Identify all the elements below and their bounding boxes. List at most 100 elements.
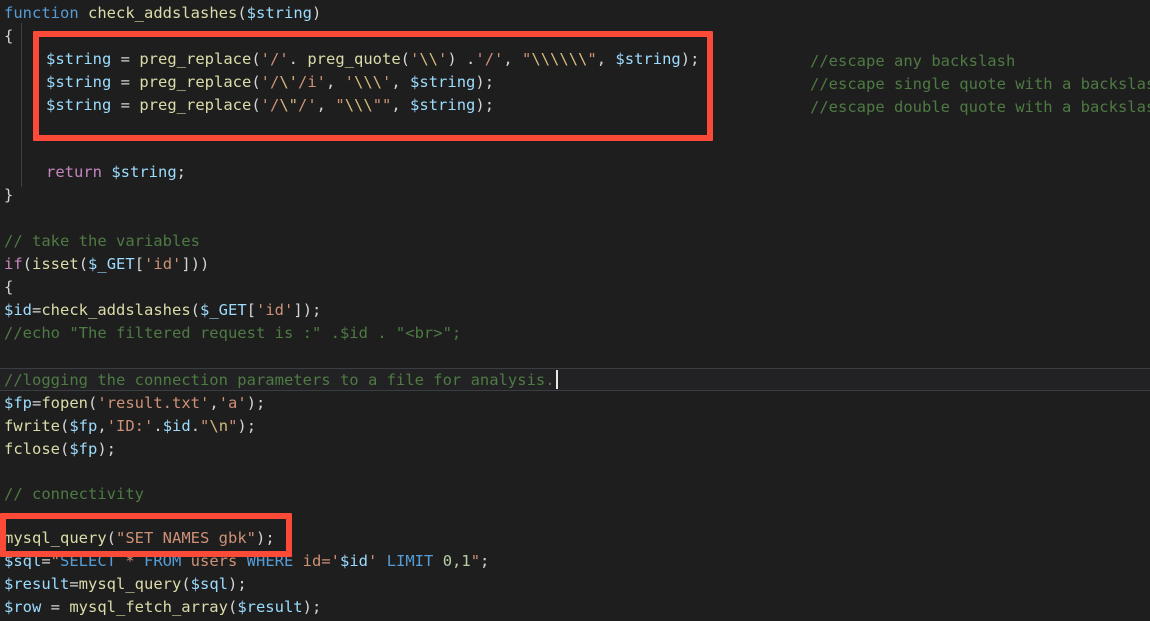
token-string: ' — [438, 50, 448, 68]
comment-connectivity: // connectivity — [4, 485, 144, 503]
code-line-25[interactable]: $row = mysql_fetch_array($result); — [0, 596, 1150, 619]
token-sql-select: SELECT — [60, 552, 117, 570]
token-fn-fopen: fopen — [41, 394, 89, 412]
token-comma: , — [596, 50, 616, 68]
token-fn-fclose: fclose — [4, 440, 60, 458]
token-fn-check-addslashes: check_addslashes — [41, 301, 191, 319]
token-string: ' — [344, 73, 355, 91]
token-fn-mysql-query: mysql_query — [78, 575, 182, 593]
token-assign: = — [111, 73, 140, 91]
token-var-id: $id — [162, 417, 191, 435]
token-concat: . — [288, 50, 308, 68]
token-function-name: check_addslashes — [88, 4, 238, 22]
token-string-mode: 'a' — [218, 394, 247, 412]
token-brace-close: } — [4, 186, 14, 204]
token-paren: ) — [447, 50, 457, 68]
comment-take-the-variables: // take the variables — [4, 232, 200, 250]
code-content[interactable]: function check_addslashes($string) { $st… — [0, 0, 1150, 621]
token-var-result: $result — [4, 575, 70, 593]
code-line-7[interactable]: return $string; — [0, 161, 1150, 184]
code-line-18[interactable]: fwrite($fp,'ID:'.$id."\n"); — [0, 415, 1150, 438]
code-line-2[interactable]: { — [0, 25, 1150, 48]
token-string: " — [522, 50, 532, 68]
code-line-22[interactable]: mysql_query("SET NAMES gbk"); — [0, 527, 1150, 550]
token-sql-star: * — [116, 552, 145, 570]
token-paren: ( — [22, 255, 33, 273]
token-fn-preg-replace: preg_replace — [139, 96, 252, 114]
token-var-id-interp: $id — [340, 552, 369, 570]
token-var-sql: $sql — [4, 552, 42, 570]
token-param-string: $string — [246, 4, 312, 22]
token-assign: = — [111, 96, 140, 114]
trailing-comment-escape-double-quote: //escape double quote with a backslash — [810, 98, 1150, 116]
code-editor-viewport[interactable]: function check_addslashes($string) { $st… — [0, 0, 1150, 621]
token-quote: " — [50, 552, 61, 570]
token-string: ' — [410, 50, 420, 68]
token-escape: \\\ — [344, 96, 373, 114]
token-var-string: $string — [46, 96, 112, 114]
token-string-id: 'id' — [256, 301, 294, 319]
token-paren: ( — [78, 255, 89, 273]
token-end: ); — [302, 598, 322, 616]
token-paren: ( — [251, 73, 261, 91]
token-end: ); — [97, 440, 117, 458]
token-paren: ( — [251, 96, 261, 114]
token-paren: ( — [60, 440, 70, 458]
code-line-21[interactable]: // connectivity — [0, 483, 1150, 506]
token-string: '/ — [260, 73, 280, 91]
token-paren: ( — [400, 50, 410, 68]
token-var-sql: $sql — [190, 575, 228, 593]
token-assign: = — [69, 575, 79, 593]
token-quote: " — [470, 552, 481, 570]
token-paren: ( — [60, 417, 70, 435]
token-escape: \\\ — [354, 73, 383, 91]
code-line-14[interactable]: //echo "The filtered request is :" .$id … — [0, 322, 1150, 345]
token-string-id-label: 'ID:' — [106, 417, 154, 435]
code-line-11[interactable]: if(isset($_GET['id'])) — [0, 253, 1150, 276]
token-superglobal-get: $_GET — [200, 301, 247, 319]
token-fn-mysql-query: mysql_query — [4, 529, 107, 547]
token-escape-newline: \n — [209, 417, 229, 435]
token-keyword-if: if — [4, 255, 23, 273]
token-quote: ' — [368, 552, 378, 570]
code-line-10[interactable]: // take the variables — [0, 230, 1150, 253]
code-line-24[interactable]: $result=mysql_query($sql); — [0, 573, 1150, 596]
token-concat: . — [190, 417, 201, 435]
token-superglobal-get: $_GET — [88, 255, 135, 273]
token-paren: ( — [190, 301, 200, 319]
token-sql-table-users: users — [181, 552, 247, 570]
code-line-12[interactable]: { — [0, 276, 1150, 299]
token-escape: \\ — [419, 50, 439, 68]
text-caret — [556, 370, 558, 389]
token-string: '/' — [475, 50, 504, 68]
token-paren-open: ( — [237, 4, 247, 22]
token-paren: ( — [88, 394, 98, 412]
code-line-17[interactable]: $fp=fopen('result.txt','a'); — [0, 392, 1150, 415]
token-var-string: $string — [410, 73, 476, 91]
token-fn-isset: isset — [32, 255, 79, 273]
token-bracket: [ — [134, 255, 145, 273]
code-line-23[interactable]: $sql="SELECT * FROM users WHERE id='$id'… — [0, 550, 1150, 573]
token-sql-limit: LIMIT — [377, 552, 443, 570]
token-string: " — [200, 417, 210, 435]
code-line-8[interactable]: } — [0, 184, 1150, 207]
token-bracket: ] — [293, 301, 303, 319]
token-semicolon: ; — [176, 163, 186, 181]
token-escape: \" — [279, 96, 298, 114]
token-var-string: $string — [615, 50, 681, 68]
token-string: " — [335, 96, 345, 114]
token-paren: ( — [227, 598, 238, 616]
code-line-13[interactable]: $id=check_addslashes($_GET['id']); — [0, 299, 1150, 322]
token-paren: ( — [181, 575, 191, 593]
token-var-row: $row — [4, 598, 42, 616]
token-end: ); — [237, 417, 257, 435]
comment-echo-filtered-request: //echo "The filtered request is :" .$id … — [4, 324, 462, 342]
token-fn-preg-quote: preg_quote — [307, 50, 401, 68]
token-escape: \\\\\\ — [531, 50, 588, 68]
code-line-16-current[interactable]: //logging the connection parameters to a… — [0, 368, 1150, 392]
token-string: '/' — [260, 50, 289, 68]
token-concat: . — [456, 50, 476, 68]
token-var-string: $string — [410, 96, 476, 114]
code-line-1[interactable]: function check_addslashes($string) — [0, 2, 1150, 25]
code-line-19[interactable]: fclose($fp); — [0, 438, 1150, 461]
